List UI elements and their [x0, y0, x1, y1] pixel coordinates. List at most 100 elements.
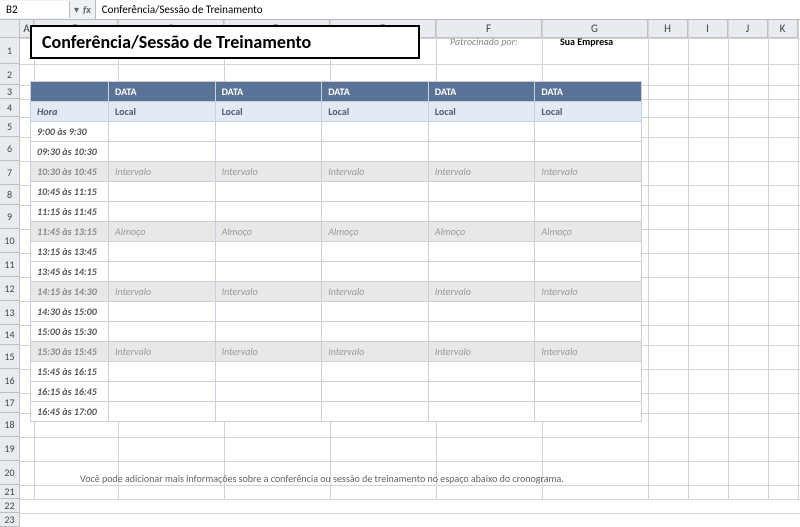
row-header-20[interactable]: 20	[0, 461, 20, 485]
schedule-cell[interactable]	[535, 122, 642, 142]
schedule-cell[interactable]	[215, 402, 322, 422]
schedule-cell[interactable]	[535, 402, 642, 422]
row-header-22[interactable]: 22	[0, 499, 20, 513]
schedule-cell[interactable]: Intervalo	[322, 342, 429, 362]
schedule-cell[interactable]	[428, 242, 535, 262]
schedule-cell[interactable]	[215, 382, 322, 402]
schedule-cell[interactable]	[109, 182, 216, 202]
row-header-21[interactable]: 21	[0, 485, 20, 499]
time-cell[interactable]: 15:00 às 15:30	[31, 322, 109, 342]
location-header[interactable]: Local	[109, 102, 216, 122]
row-header-11[interactable]: 11	[0, 253, 20, 277]
time-header[interactable]: Hora	[31, 102, 109, 122]
schedule-cell[interactable]	[215, 242, 322, 262]
date-header[interactable]: DATA	[535, 82, 642, 102]
schedule-cell[interactable]	[109, 142, 216, 162]
time-cell[interactable]: 09:30 às 10:30	[31, 142, 109, 162]
schedule-cell[interactable]: Intervalo	[535, 162, 642, 182]
name-box[interactable]: B2	[0, 1, 70, 18]
schedule-corner[interactable]	[31, 82, 109, 102]
schedule-cell[interactable]	[109, 302, 216, 322]
row-header-7[interactable]: 7	[0, 161, 20, 185]
row-header-13[interactable]: 13	[0, 301, 20, 325]
row-header-6[interactable]: 6	[0, 137, 20, 161]
row-header-14[interactable]: 14	[0, 325, 20, 345]
fx-icon[interactable]: fx	[83, 3, 91, 16]
schedule-cell[interactable]: Intervalo	[322, 282, 429, 302]
schedule-cell[interactable]	[535, 322, 642, 342]
schedule-cell[interactable]	[109, 262, 216, 282]
date-header[interactable]: DATA	[109, 82, 216, 102]
time-cell[interactable]: 14:15 às 14:30	[31, 282, 109, 302]
schedule-cell[interactable]	[428, 182, 535, 202]
schedule-cell[interactable]: Intervalo	[109, 342, 216, 362]
row-header-15[interactable]: 15	[0, 345, 20, 369]
schedule-cell[interactable]	[109, 122, 216, 142]
schedule-cell[interactable]	[322, 382, 429, 402]
time-cell[interactable]: 10:30 às 10:45	[31, 162, 109, 182]
formula-input[interactable]: Conferência/Sessão de Treinamento	[95, 0, 800, 19]
location-header[interactable]: Local	[322, 102, 429, 122]
time-cell[interactable]: 14:30 às 15:00	[31, 302, 109, 322]
row-header-8[interactable]: 8	[0, 185, 20, 205]
location-header[interactable]: Local	[535, 102, 642, 122]
date-header[interactable]: DATA	[428, 82, 535, 102]
row-header-16[interactable]: 16	[0, 369, 20, 393]
schedule-cell[interactable]: Almoço	[535, 222, 642, 242]
schedule-cell[interactable]	[428, 262, 535, 282]
time-cell[interactable]: 16:45 às 17:00	[31, 402, 109, 422]
schedule-cell[interactable]: Almoço	[215, 222, 322, 242]
schedule-cell[interactable]	[322, 182, 429, 202]
schedule-cell[interactable]	[109, 382, 216, 402]
schedule-cell[interactable]	[428, 362, 535, 382]
schedule-cell[interactable]	[215, 202, 322, 222]
schedule-cell[interactable]	[322, 402, 429, 422]
schedule-cell[interactable]	[428, 302, 535, 322]
schedule-cell[interactable]	[535, 362, 642, 382]
schedule-table[interactable]: DATADATADATADATADATA HoraLocalLocalLocal…	[30, 81, 642, 422]
column-header-I[interactable]: I	[688, 20, 728, 38]
schedule-cell[interactable]	[215, 122, 322, 142]
schedule-cell[interactable]	[322, 302, 429, 322]
schedule-cell[interactable]: Intervalo	[215, 162, 322, 182]
time-cell[interactable]: 10:45 às 11:15	[31, 182, 109, 202]
date-header[interactable]: DATA	[322, 82, 429, 102]
row-header-12[interactable]: 12	[0, 277, 20, 301]
schedule-cell[interactable]	[109, 402, 216, 422]
row-header-1[interactable]: 1	[0, 38, 20, 64]
schedule-cell[interactable]	[322, 322, 429, 342]
time-cell[interactable]: 11:15 às 11:45	[31, 202, 109, 222]
schedule-cell[interactable]	[215, 182, 322, 202]
schedule-cell[interactable]: Almoço	[109, 222, 216, 242]
time-cell[interactable]: 13:15 às 13:45	[31, 242, 109, 262]
schedule-cell[interactable]	[109, 322, 216, 342]
schedule-cell[interactable]	[535, 382, 642, 402]
schedule-cell[interactable]: Intervalo	[428, 162, 535, 182]
schedule-cell[interactable]	[428, 122, 535, 142]
schedule-cell[interactable]	[428, 142, 535, 162]
schedule-cell[interactable]	[535, 302, 642, 322]
row-header-5[interactable]: 5	[0, 117, 20, 137]
schedule-cell[interactable]	[215, 142, 322, 162]
row-header-2[interactable]: 2	[0, 64, 20, 85]
schedule-cell[interactable]	[215, 302, 322, 322]
row-header-18[interactable]: 18	[0, 413, 20, 437]
schedule-cell[interactable]	[322, 362, 429, 382]
row-header-10[interactable]: 10	[0, 229, 20, 253]
schedule-cell[interactable]	[428, 382, 535, 402]
location-header[interactable]: Local	[215, 102, 322, 122]
schedule-cell[interactable]	[322, 242, 429, 262]
schedule-cell[interactable]: Almoço	[322, 222, 429, 242]
schedule-cell[interactable]	[428, 402, 535, 422]
row-header-9[interactable]: 9	[0, 205, 20, 229]
row-header-23[interactable]: 23	[0, 513, 20, 527]
schedule-cell[interactable]	[109, 242, 216, 262]
schedule-cell[interactable]: Intervalo	[535, 282, 642, 302]
location-header[interactable]: Local	[428, 102, 535, 122]
schedule-cell[interactable]	[322, 202, 429, 222]
schedule-cell[interactable]	[322, 262, 429, 282]
schedule-cell[interactable]	[215, 362, 322, 382]
schedule-cell[interactable]	[428, 322, 535, 342]
schedule-cell[interactable]: Intervalo	[109, 282, 216, 302]
schedule-cell[interactable]	[535, 242, 642, 262]
